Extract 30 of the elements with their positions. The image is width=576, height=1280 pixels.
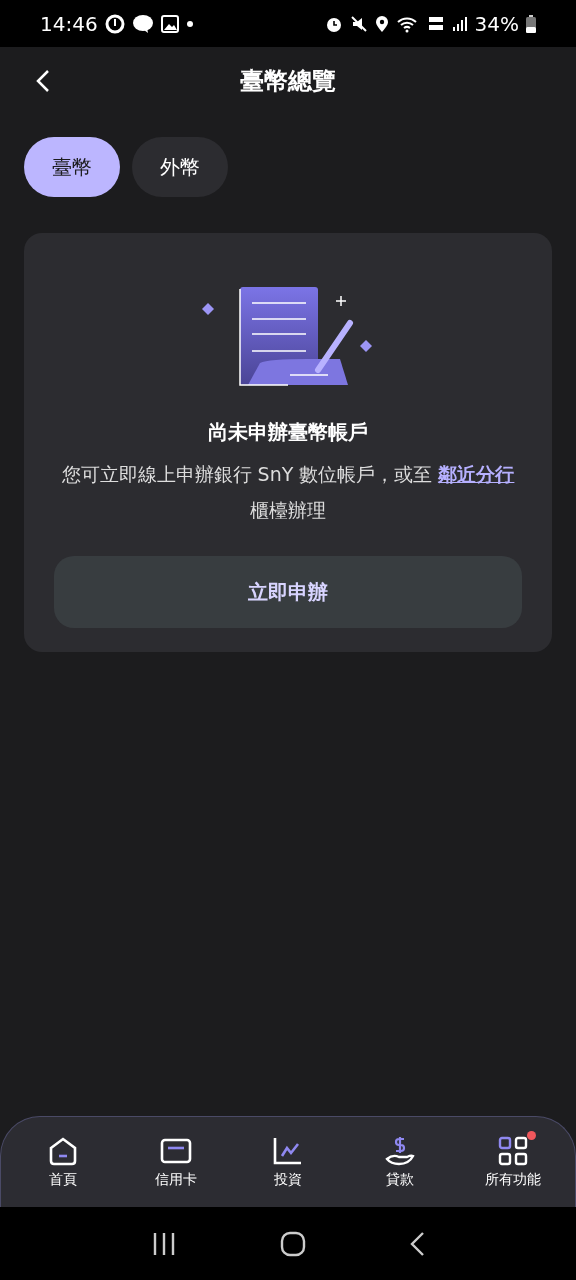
status-time: 14:46 bbox=[40, 11, 98, 36]
empty-state-message: 您可立即線上申辦銀行 SnY 數位帳戶，或至 鄰近分行 櫃檯辦理 bbox=[60, 462, 516, 523]
hand-with-coin-icon bbox=[385, 1136, 416, 1166]
empty-state-heading: 尚未申辦臺幣帳戶 bbox=[208, 419, 368, 446]
dot-icon bbox=[185, 19, 194, 28]
currency-tab[interactable]: 臺幣 bbox=[24, 137, 120, 197]
back-icon[interactable] bbox=[36, 69, 50, 93]
page-title: 臺幣總覽 bbox=[240, 66, 336, 97]
home-button-icon[interactable] bbox=[280, 1230, 306, 1257]
credit-card-icon bbox=[159, 1138, 192, 1164]
nearby-branch-link[interactable]: 鄰近分行 bbox=[438, 463, 515, 485]
line-chart-icon bbox=[272, 1136, 303, 1166]
apply-now-button[interactable]: 立即申辦 bbox=[54, 556, 522, 628]
mute-icon bbox=[349, 14, 368, 33]
chat-bubble-icon bbox=[131, 13, 154, 34]
nav-item[interactable]: 信用卡 bbox=[125, 1134, 226, 1190]
home-icon bbox=[48, 1136, 79, 1166]
battery-icon bbox=[526, 14, 536, 33]
back-nav-icon[interactable] bbox=[408, 1230, 425, 1257]
signal-icon bbox=[451, 15, 468, 32]
app-notification-icon bbox=[104, 13, 125, 34]
nav-item[interactable]: 首頁 bbox=[13, 1134, 114, 1190]
battery-percent: 34% bbox=[474, 11, 519, 36]
nav-item[interactable]: 所有功能 bbox=[462, 1134, 563, 1190]
nav-item[interactable]: 貸款 bbox=[350, 1134, 451, 1190]
location-icon bbox=[374, 14, 389, 33]
image-icon bbox=[160, 14, 179, 33]
currency-tab[interactable]: 外幣 bbox=[132, 137, 228, 197]
nav-item[interactable]: 投資 bbox=[237, 1134, 338, 1190]
grid-icon bbox=[497, 1136, 528, 1166]
